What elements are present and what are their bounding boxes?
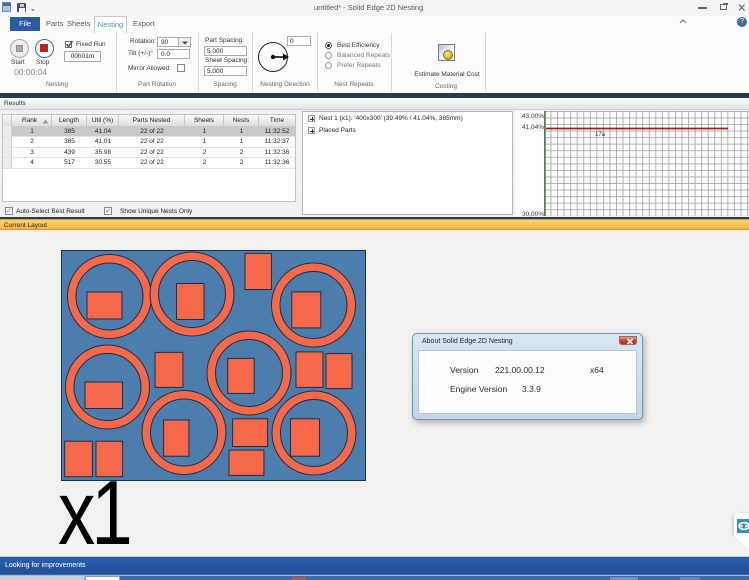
svg-text:17a: 17a <box>595 132 606 138</box>
